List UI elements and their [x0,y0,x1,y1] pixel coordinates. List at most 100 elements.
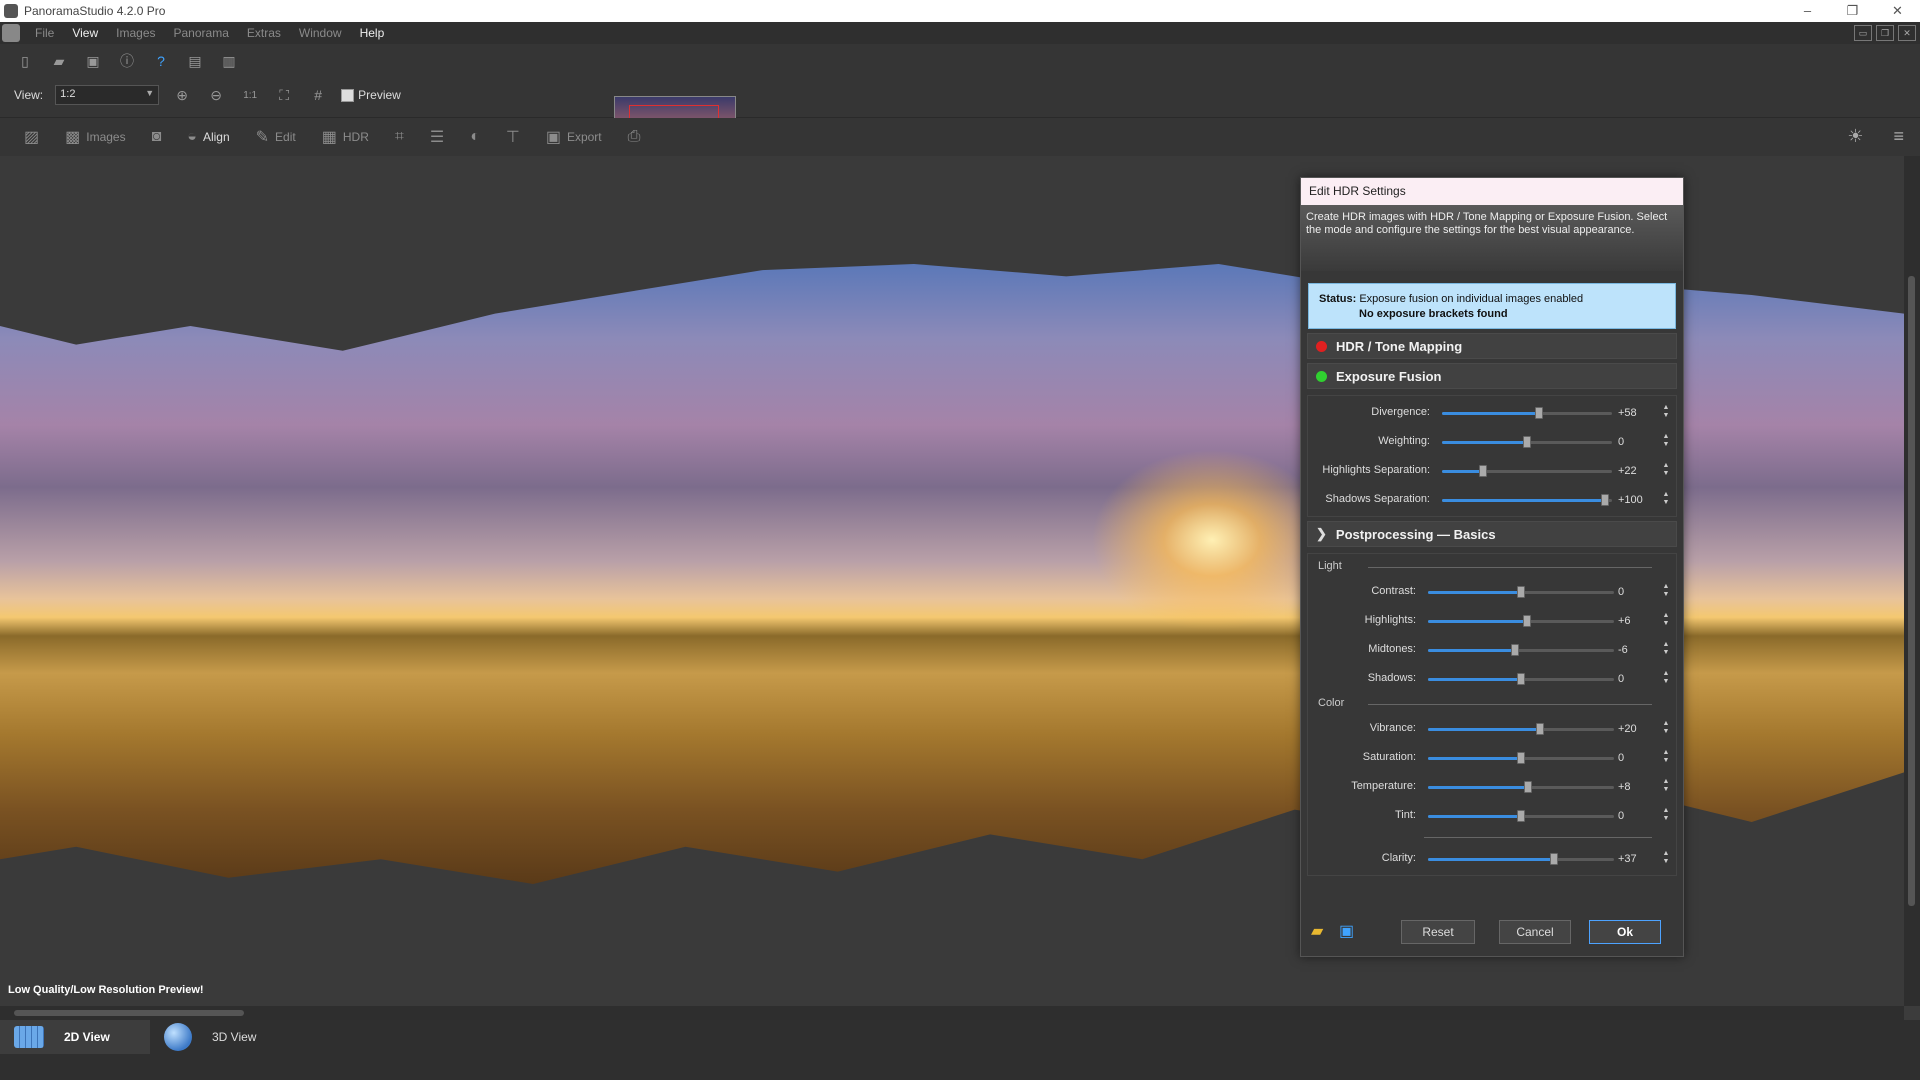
fit-to-window-icon[interactable]: ⛶ [273,84,295,106]
tint-slider[interactable] [1428,810,1614,822]
minimize-button[interactable]: – [1785,0,1830,22]
brightness-icon[interactable]: ☀ [1847,126,1863,147]
export-button[interactable]: ▣ Export [538,127,610,147]
slider-handle[interactable] [1523,436,1531,448]
spin-arrows-icon[interactable]: ▲ ▼ [1660,670,1672,688]
save-preset-icon[interactable]: ▣ [1339,921,1367,941]
menu-view[interactable]: View [63,26,107,40]
slider-handle[interactable] [1511,644,1520,656]
vibrance-value-field[interactable]: +20 [1614,721,1656,737]
contrast-slider[interactable] [1428,586,1614,598]
preview-checkbox[interactable]: Preview [341,88,401,102]
spin-arrows-icon[interactable]: ▲ ▼ [1660,433,1672,451]
spin-arrows-icon[interactable]: ▲ ▼ [1660,404,1672,422]
retouch-button[interactable]: ◐ [462,128,488,146]
actual-size-button[interactable]: 1:1 [239,84,261,106]
divergence-slider[interactable] [1442,407,1612,419]
help-icon[interactable]: ? [150,50,172,72]
mdi-minimize-button[interactable]: ▭ [1854,25,1872,41]
clarity-slider[interactable] [1428,853,1614,865]
crop-button[interactable]: ⌗ [387,128,412,146]
restore-button[interactable]: ❐ [1830,0,1875,22]
grid-icon[interactable]: # [307,84,329,106]
slider-handle[interactable] [1517,673,1525,685]
highlights-slider[interactable] [1428,615,1614,627]
weighting-slider[interactable] [1442,436,1612,448]
vertical-scrollbar[interactable] [1904,156,1920,1006]
cancel-button[interactable]: Cancel [1499,920,1571,944]
clarity-value-field[interactable]: +37 [1614,851,1656,867]
menu-panorama[interactable]: Panorama [165,26,238,40]
shadows-separation-slider[interactable] [1442,494,1612,506]
temperature-slider[interactable] [1428,781,1614,793]
open-folder-icon[interactable]: ▰ [48,50,70,72]
weighting-value-field[interactable]: 0 [1614,434,1656,450]
spin-arrows-icon[interactable]: ▲ ▼ [1660,612,1672,630]
section-hdr-tone-mapping[interactable]: HDR / Tone Mapping [1307,333,1677,359]
close-button[interactable]: ✕ [1875,0,1920,22]
slider-handle[interactable] [1517,752,1525,764]
shadows-slider[interactable] [1428,673,1614,685]
spin-arrows-icon[interactable]: ▲ ▼ [1660,778,1672,796]
menu-help[interactable]: Help [351,26,394,40]
spin-arrows-icon[interactable]: ▲ ▼ [1660,807,1672,825]
spin-arrows-icon[interactable]: ▲ ▼ [1660,641,1672,659]
highlights-separation-slider[interactable] [1442,465,1612,477]
horizontal-scrollbar[interactable] [0,1006,1904,1020]
mdi-restore-button[interactable]: ❐ [1876,25,1894,41]
slider-handle[interactable] [1517,810,1525,822]
app-logo-icon[interactable] [2,24,20,42]
adjust-button[interactable]: ☰ [422,127,452,147]
tab-3d-view[interactable]: 3D View [154,1020,300,1054]
spin-arrows-icon[interactable]: ▲ ▼ [1660,749,1672,767]
horizontal-scroll-thumb[interactable] [14,1010,244,1016]
saturation-value-field[interactable]: 0 [1614,750,1656,766]
mdi-close-button[interactable]: ✕ [1898,25,1916,41]
stamp-button[interactable]: ⊤ [498,127,528,147]
slider-handle[interactable] [1601,494,1610,506]
images-button[interactable]: ▩ Images [57,127,133,147]
spin-arrows-icon[interactable]: ▲ ▼ [1660,462,1672,480]
spin-arrows-icon[interactable]: ▲ ▼ [1660,583,1672,601]
zoom-in-icon[interactable]: ⊕ [171,84,193,106]
highlights-value-field[interactable]: +6 [1614,613,1656,629]
print-button[interactable]: ⎙ [620,128,649,146]
temperature-value-field[interactable]: +8 [1614,779,1656,795]
view-zoom-select[interactable]: 1:2 ▼ [55,85,160,105]
page-setup-icon[interactable]: ▥ [218,50,240,72]
slider-handle[interactable] [1522,615,1531,627]
menu-file[interactable]: File [26,26,63,40]
spin-arrows-icon[interactable]: ▲ ▼ [1660,850,1672,868]
section-postprocessing[interactable]: ❯ Postprocessing — Basics [1307,521,1677,547]
save-icon[interactable]: ▣ [82,50,104,72]
import-images-button[interactable]: ▨ [16,127,47,147]
slider-handle[interactable] [1535,723,1544,735]
ok-button[interactable]: Ok [1589,920,1661,944]
align-button[interactable]: ◒ Align [179,128,237,146]
contrast-value-field[interactable]: 0 [1614,584,1656,600]
saturation-slider[interactable] [1428,752,1614,764]
page-layout-icon[interactable]: ▤ [184,50,206,72]
highlights-separation-value-field[interactable]: +22 [1614,463,1656,479]
vertical-scroll-thumb[interactable] [1908,276,1915,906]
vibrance-slider[interactable] [1428,723,1614,735]
load-preset-folder-icon[interactable]: ▰ [1311,921,1339,941]
reset-button[interactable]: Reset [1401,920,1475,944]
menu-window[interactable]: Window [290,26,351,40]
menu-images[interactable]: Images [107,26,164,40]
shadows-value-field[interactable]: 0 [1614,671,1656,687]
section-exposure-fusion[interactable]: Exposure Fusion [1307,363,1677,389]
midtones-slider[interactable] [1428,644,1614,656]
slider-handle[interactable] [1524,781,1533,793]
new-file-icon[interactable]: ▯ [14,50,36,72]
slider-handle[interactable] [1478,465,1487,477]
camera-button[interactable]: ◙ [144,128,170,146]
edit-button[interactable]: ✎ Edit [248,127,304,147]
divergence-value-field[interactable]: +58 [1614,405,1656,421]
info-icon[interactable]: ⓘ [116,50,138,72]
hdr-button[interactable]: ▦ HDR [314,127,377,147]
slider-handle[interactable] [1517,586,1525,598]
slider-handle[interactable] [1534,407,1543,419]
spin-arrows-icon[interactable]: ▲ ▼ [1660,491,1672,509]
menu-extras[interactable]: Extras [238,26,290,40]
